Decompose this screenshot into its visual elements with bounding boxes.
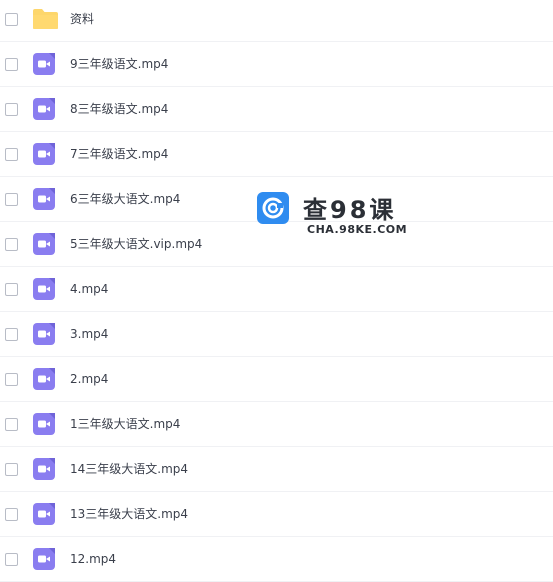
file-name[interactable]: 资料 [70, 12, 94, 26]
file-row[interactable]: 9三年级语文.mp4 [0, 42, 553, 87]
file-checkbox[interactable] [5, 373, 18, 386]
video-file-icon [33, 278, 55, 300]
file-checkbox[interactable] [5, 13, 18, 26]
file-checkbox[interactable] [5, 553, 18, 566]
file-checkbox[interactable] [5, 418, 18, 431]
watermark-subtitle: CHA.98KE.COM [307, 223, 408, 236]
watermark-title: 查98课 [303, 196, 397, 224]
file-name[interactable]: 13三年级大语文.mp4 [70, 507, 188, 521]
file-row[interactable]: 3.mp4 [0, 312, 553, 357]
file-list: 资料 9三年级语文.mp4 8三年级语文.mp4 7三年级语文.mp4 6三年级大语文.… [0, 0, 553, 582]
video-file-icon [33, 143, 55, 165]
file-checkbox[interactable] [5, 238, 18, 251]
video-file-icon [33, 548, 55, 570]
watermark-logo-icon [257, 192, 289, 224]
file-row[interactable]: 4.mp4 [0, 267, 553, 312]
file-name[interactable]: 14三年级大语文.mp4 [70, 462, 188, 476]
file-row[interactable]: 2.mp4 [0, 357, 553, 402]
video-file-icon [33, 458, 55, 480]
file-name[interactable]: 12.mp4 [70, 552, 116, 566]
folder-icon [33, 8, 58, 30]
file-checkbox[interactable] [5, 58, 18, 71]
file-checkbox[interactable] [5, 463, 18, 476]
file-name[interactable]: 9三年级语文.mp4 [70, 57, 168, 71]
file-name[interactable]: 8三年级语文.mp4 [70, 102, 168, 116]
file-name[interactable]: 2.mp4 [70, 372, 108, 386]
file-name[interactable]: 1三年级大语文.mp4 [70, 417, 180, 431]
video-file-icon [33, 503, 55, 525]
video-file-icon [33, 98, 55, 120]
file-row[interactable]: 14三年级大语文.mp4 [0, 447, 553, 492]
video-file-icon [33, 323, 55, 345]
file-row[interactable]: 12.mp4 [0, 537, 553, 582]
file-name[interactable]: 7三年级语文.mp4 [70, 147, 168, 161]
file-name[interactable]: 5三年级大语文.vip.mp4 [70, 237, 202, 251]
file-row[interactable]: 资料 [0, 0, 553, 42]
file-name[interactable]: 4.mp4 [70, 282, 108, 296]
file-checkbox[interactable] [5, 508, 18, 521]
video-file-icon [33, 233, 55, 255]
video-file-icon [33, 413, 55, 435]
video-file-icon [33, 368, 55, 390]
file-row[interactable]: 7三年级语文.mp4 [0, 132, 553, 177]
file-checkbox[interactable] [5, 148, 18, 161]
video-file-icon [33, 53, 55, 75]
file-checkbox[interactable] [5, 103, 18, 116]
file-row[interactable]: 8三年级语文.mp4 [0, 87, 553, 132]
video-file-icon [33, 188, 55, 210]
file-checkbox[interactable] [5, 328, 18, 341]
file-row[interactable]: 1三年级大语文.mp4 [0, 402, 553, 447]
file-checkbox[interactable] [5, 283, 18, 296]
file-name[interactable]: 6三年级大语文.mp4 [70, 192, 180, 206]
file-row[interactable]: 13三年级大语文.mp4 [0, 492, 553, 537]
file-checkbox[interactable] [5, 193, 18, 206]
file-name[interactable]: 3.mp4 [70, 327, 108, 341]
watermark: 查98课 CHA.98KE.COM [257, 192, 407, 238]
